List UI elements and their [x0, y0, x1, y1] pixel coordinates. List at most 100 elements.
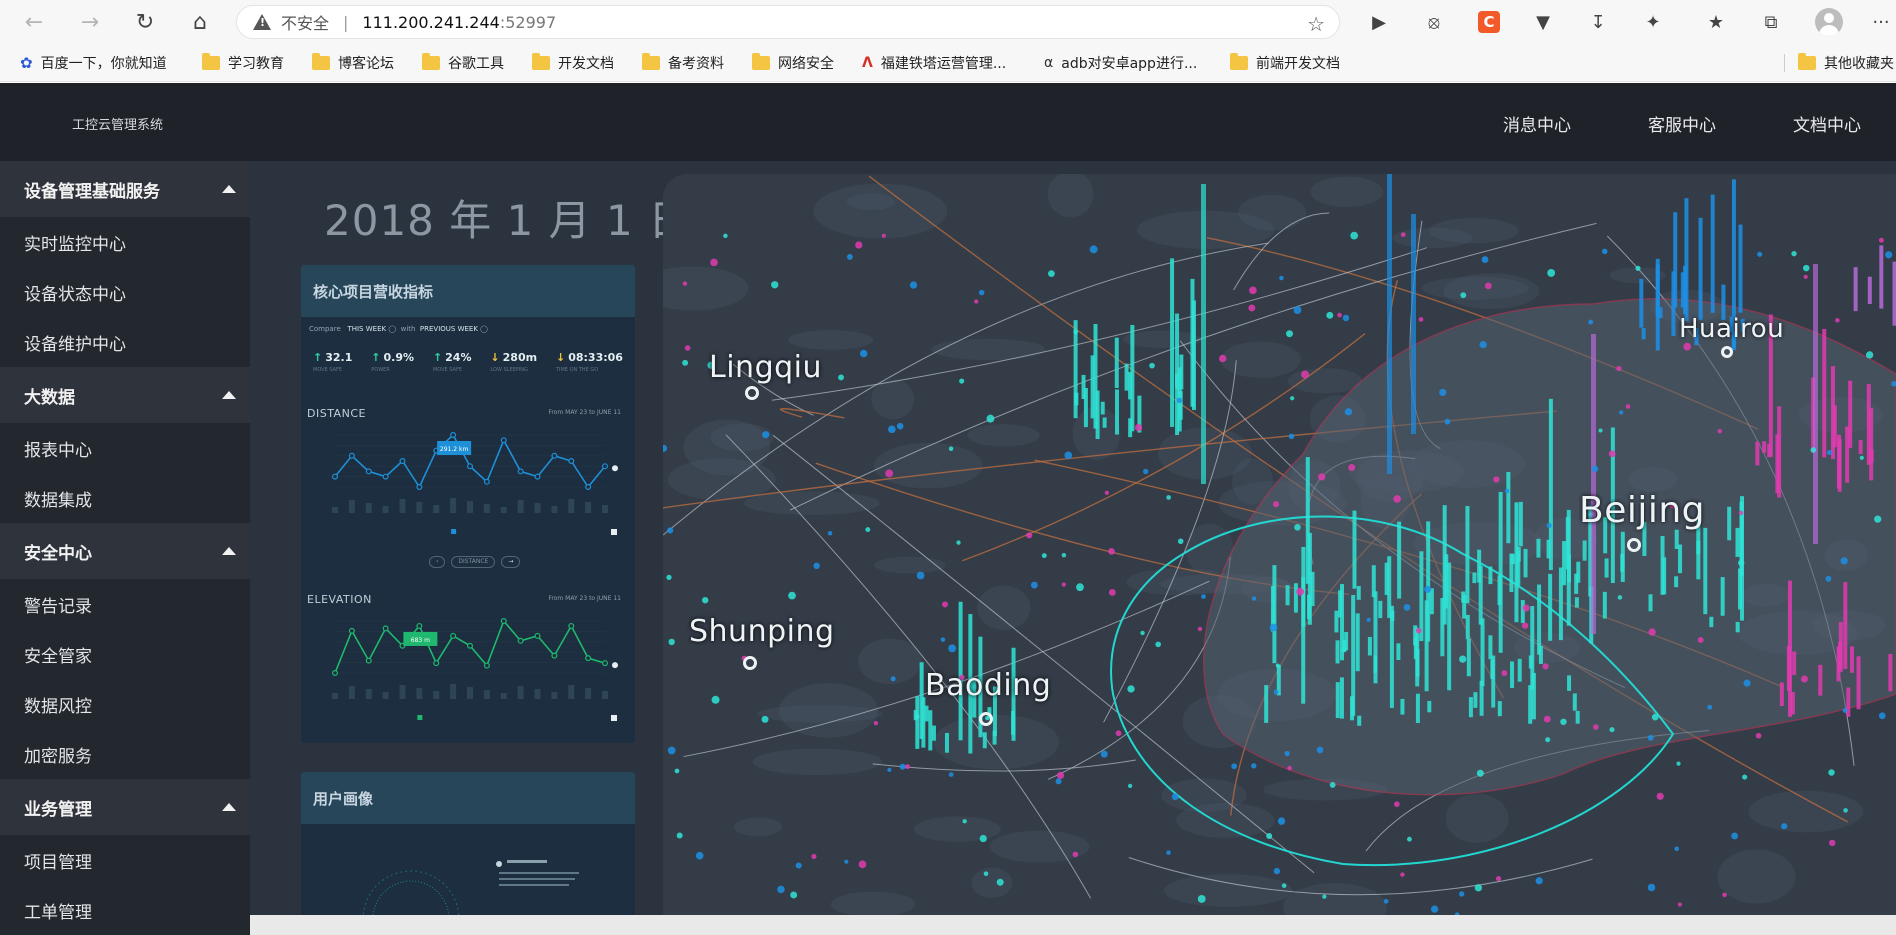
collections-icon[interactable]: ⧉ [1758, 9, 1784, 35]
sidebar-group-business[interactable]: 业务管理 [0, 779, 250, 835]
data-point[interactable] [450, 431, 457, 439]
pager-label[interactable]: DISTANCE [451, 556, 496, 568]
data-point[interactable] [534, 632, 541, 639]
map-bar [1648, 594, 1653, 612]
sidebar-item-projects[interactable]: 项目管理 [0, 835, 250, 885]
horizontal-scrollbar[interactable] [250, 915, 1896, 935]
url-port[interactable]: :52997 [500, 13, 556, 32]
map-dot [1656, 792, 1664, 800]
terrain-patch [778, 683, 878, 738]
map-bar [1011, 710, 1016, 735]
next-icon[interactable]: → [501, 556, 521, 568]
data-point[interactable] [568, 622, 575, 629]
map-bar [1466, 638, 1471, 677]
data-point[interactable] [348, 452, 355, 459]
code-icon[interactable]: ⦻ [1421, 9, 1447, 35]
download-icon[interactable]: ↧ [1585, 9, 1611, 35]
data-point[interactable] [551, 652, 558, 659]
compare-this-week[interactable]: THIS WEEK [347, 325, 386, 333]
add-favorite-icon[interactable]: ☆ [1307, 12, 1325, 36]
elevation-range[interactable]: From MAY 23 to JUNE 11 [548, 595, 621, 602]
bookmark-folder[interactable]: 前端开发文档 [1230, 53, 1340, 73]
sidebar-item-monitor[interactable]: 实时监控中心 [0, 217, 250, 267]
c-extension-icon[interactable]: C [1478, 11, 1500, 33]
url-host[interactable]: 111.200.241.244 [362, 13, 499, 32]
bookmark-folder[interactable]: 开发文档 [532, 53, 614, 73]
data-point[interactable] [602, 660, 609, 667]
data-point[interactable] [450, 632, 457, 639]
data-point[interactable] [585, 483, 592, 490]
back-icon[interactable]: ← [20, 8, 48, 36]
data-point[interactable] [365, 657, 372, 664]
bookmark-folder[interactable]: 网络安全 [752, 53, 834, 73]
forward-icon[interactable]: → [76, 8, 104, 36]
data-point[interactable] [382, 625, 389, 632]
profile-icon[interactable] [1815, 8, 1843, 36]
bookmark-folder[interactable]: 谷歌工具 [422, 53, 504, 73]
bookmark-baidu[interactable]: ✿ 百度一下，你就知道 [20, 53, 167, 73]
data-point[interactable] [517, 468, 524, 475]
bookmark-other[interactable]: 其他收藏夹 [1798, 53, 1894, 73]
data-point[interactable] [602, 463, 609, 470]
sidebar-group-bigdata[interactable]: 大数据 [0, 367, 250, 423]
bookmark-fjtower[interactable]: Λ 福建铁塔运营管理... [862, 53, 1006, 73]
data-point[interactable] [500, 437, 507, 444]
data-point[interactable] [467, 463, 474, 470]
data-point[interactable] [483, 478, 490, 485]
data-point[interactable] [568, 457, 575, 464]
data-point[interactable] [585, 655, 592, 662]
map-dot [1061, 552, 1067, 558]
data-point[interactable] [332, 473, 339, 480]
play-icon[interactable]: ▶ [1366, 9, 1392, 35]
more-icon[interactable]: ··· [1868, 9, 1894, 35]
bookmark-folder[interactable]: 博客论坛 [312, 53, 394, 73]
sidebar-item-device-status[interactable]: 设备状态中心 [0, 267, 250, 317]
nav-service-center[interactable]: 客服中心 [1648, 111, 1716, 136]
nav-docs-center[interactable]: 文档中心 [1793, 111, 1861, 136]
data-point[interactable] [382, 473, 389, 480]
map-dot [1484, 282, 1492, 290]
sidebar-group-security[interactable]: 安全中心 [0, 523, 250, 579]
sidebar-item-alert-log[interactable]: 警告记录 [0, 579, 250, 629]
security-label[interactable]: 不安全 [281, 10, 329, 34]
data-point[interactable] [467, 642, 474, 649]
compare-prev-week[interactable]: PREVIOUS WEEK [420, 325, 478, 333]
nav-message-center[interactable]: 消息中心 [1503, 111, 1571, 136]
sidebar-item-device-maintenance[interactable]: 设备维护中心 [0, 317, 250, 367]
bookmark-folder[interactable]: 备考资料 [642, 53, 724, 73]
map-visualization[interactable]: Lingqiu Huairou Beijing Shunping Baoding [663, 174, 1896, 915]
distance-range[interactable]: From MAY 23 to JUNE 11 [548, 409, 621, 416]
sidebar-item-data-integration[interactable]: 数据集成 [0, 473, 250, 523]
data-point[interactable] [534, 473, 541, 480]
refresh-icon[interactable]: ↻ [131, 8, 159, 36]
data-point[interactable] [365, 468, 372, 475]
sidebar-item-risk-control[interactable]: 数据风控 [0, 679, 250, 729]
globe-illustration [362, 860, 579, 915]
sidebar-item-work-orders[interactable]: 工单管理 [0, 885, 250, 935]
data-point[interactable] [483, 662, 490, 669]
data-point[interactable] [332, 669, 339, 676]
data-point[interactable] [416, 483, 423, 490]
sidebar-item-reports[interactable]: 报表中心 [0, 423, 250, 473]
home-icon[interactable]: ⌂ [186, 8, 214, 36]
sidebar-item-security-keeper[interactable]: 安全管家 [0, 629, 250, 679]
bookmark-adb[interactable]: α adb对安卓app进行... [1044, 53, 1197, 73]
map-bar [1400, 698, 1405, 715]
map-bar [1832, 405, 1837, 448]
bookmark-folder[interactable]: 学习教育 [202, 53, 284, 73]
data-point[interactable] [399, 457, 406, 464]
data-point[interactable] [517, 637, 524, 644]
puzzle-icon[interactable]: ✦ [1640, 9, 1666, 35]
data-point[interactable] [551, 452, 558, 459]
sidebar-item-encryption[interactable]: 加密服务 [0, 729, 250, 779]
favorites-icon[interactable]: ★ [1703, 9, 1729, 35]
sidebar-group-device[interactable]: 设备管理基础服务 [0, 161, 250, 217]
data-point[interactable] [433, 660, 440, 667]
data-point[interactable] [500, 617, 507, 625]
prev-icon[interactable]: ‹ [429, 556, 446, 568]
filter-icon[interactable]: ▼ [1530, 9, 1556, 35]
data-point[interactable] [416, 622, 423, 629]
bar-mark [399, 499, 406, 513]
data-point[interactable] [348, 627, 355, 634]
address-bar[interactable]: 不安全 | 111.200.241.244 :52997 ☆ [236, 5, 1340, 39]
